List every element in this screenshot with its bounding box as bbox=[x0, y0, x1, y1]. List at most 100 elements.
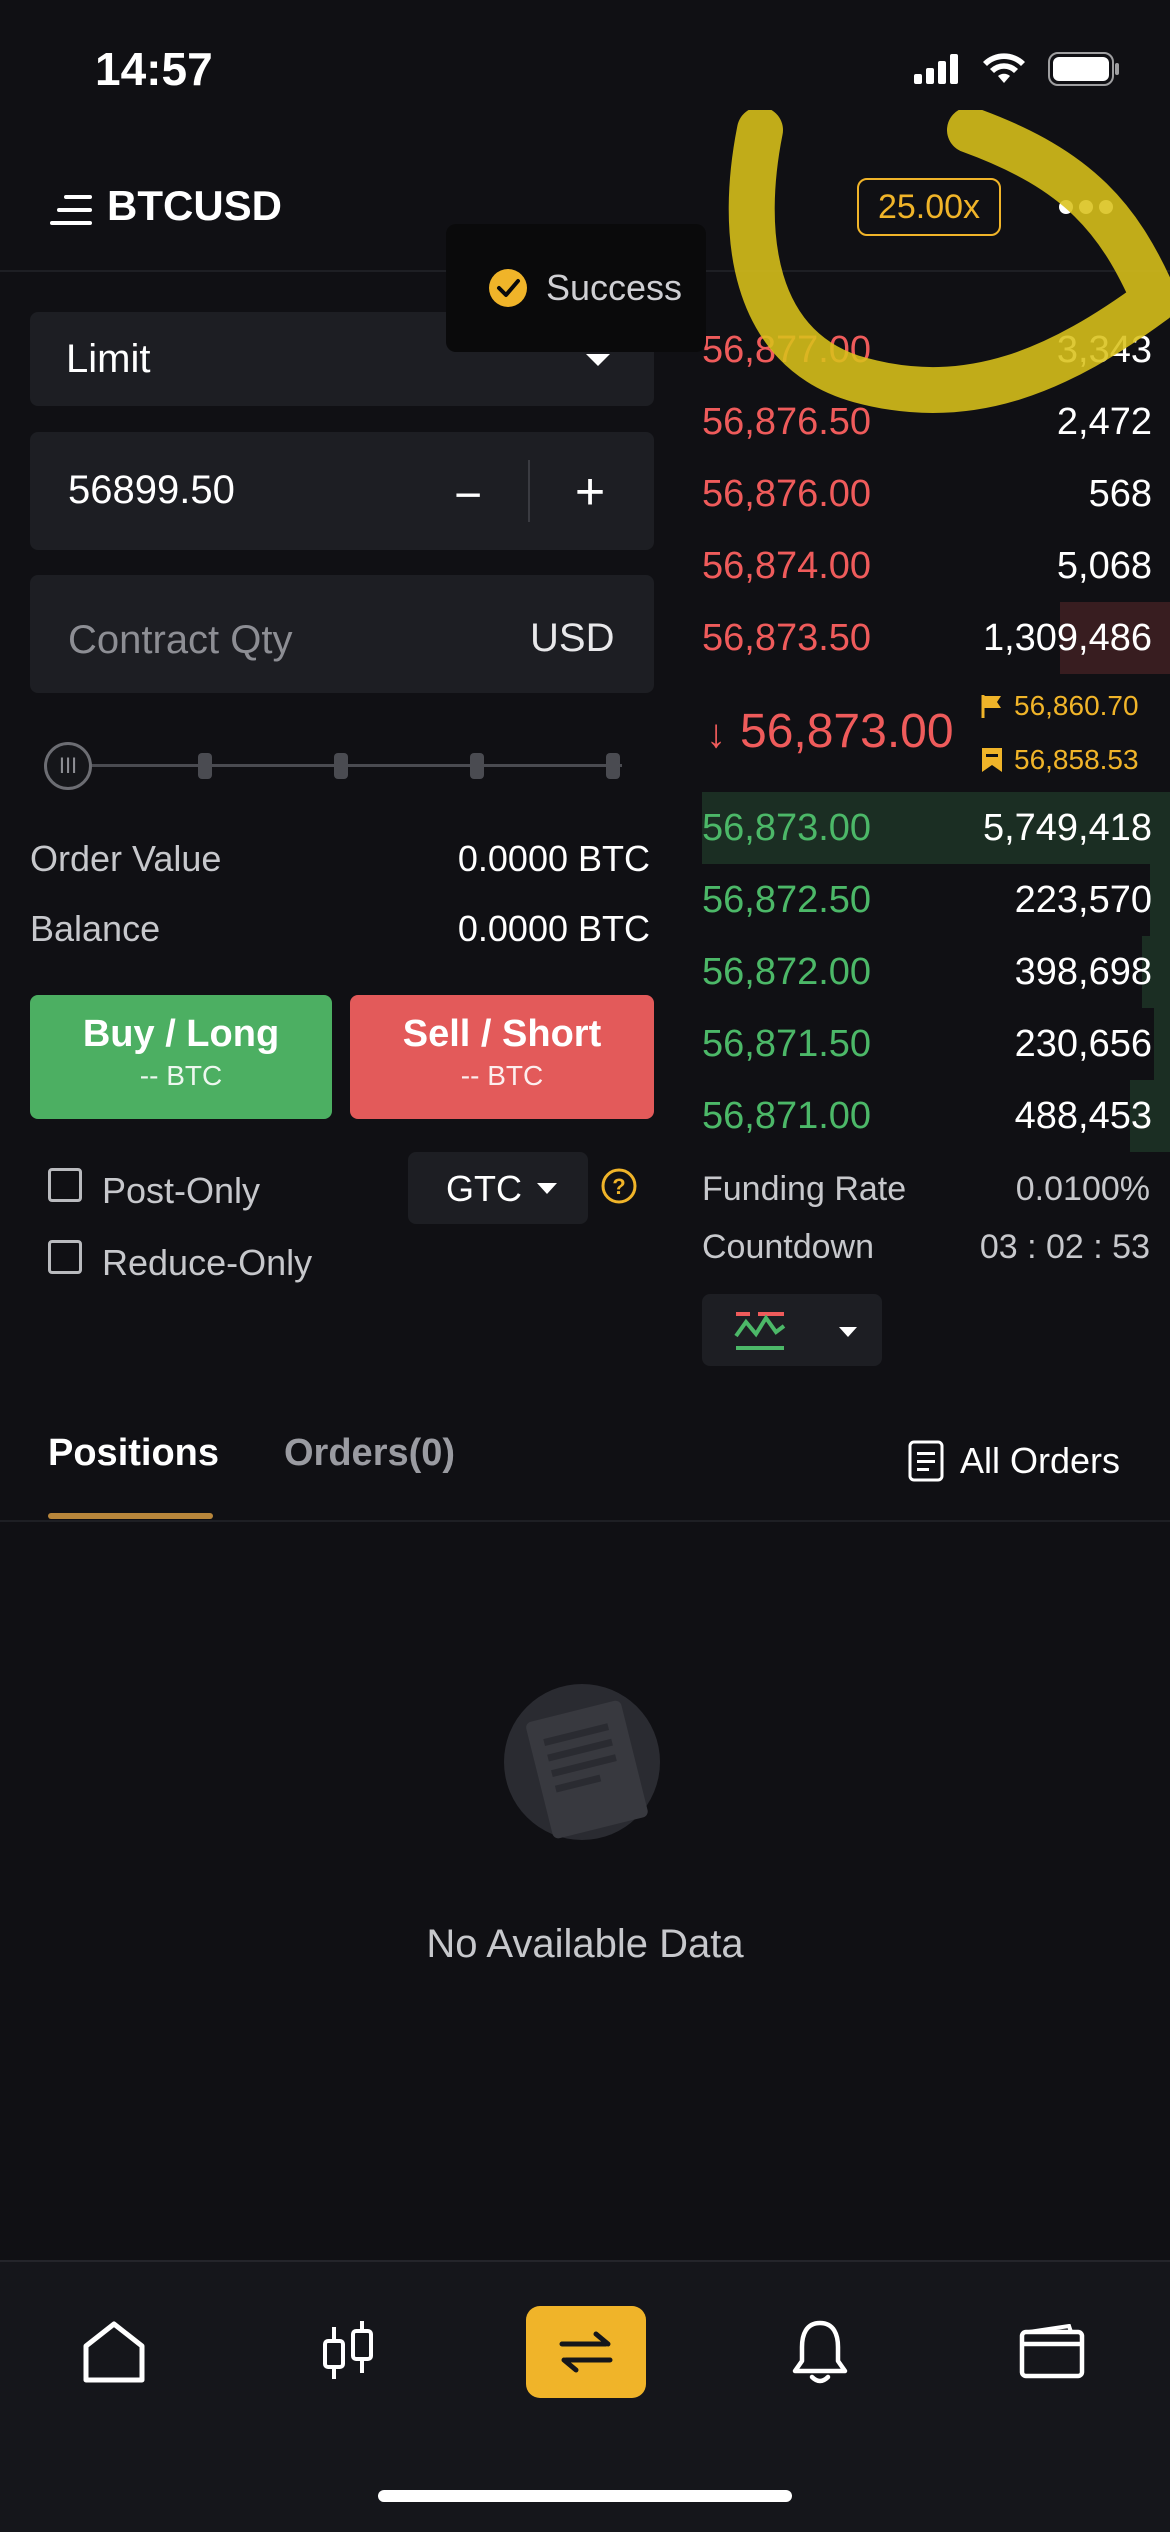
depth-bar bbox=[1150, 864, 1170, 936]
slider-tick[interactable] bbox=[606, 753, 620, 779]
ask-qty: 3,343 bbox=[1056, 329, 1152, 371]
price-increment-button[interactable]: + bbox=[570, 462, 610, 522]
caret-down-icon bbox=[586, 354, 610, 366]
ask-row[interactable]: 56,874.00 5,068 bbox=[702, 530, 1170, 602]
bid-row[interactable]: 56,872.50 223,570 bbox=[702, 864, 1170, 936]
caret-down-icon bbox=[839, 1327, 857, 1337]
bid-qty: 223,570 bbox=[1014, 879, 1152, 921]
sell-amount-label: -- BTC bbox=[460, 1060, 544, 1091]
index-price-row: 56,858.53 bbox=[980, 744, 1139, 776]
active-tab-indicator bbox=[48, 1513, 213, 1519]
svg-text:?: ? bbox=[612, 1174, 625, 1199]
mark-price: 56,860.70 bbox=[1014, 690, 1139, 721]
countdown-value: 03 : 02 : 53 bbox=[979, 1228, 1150, 1266]
order-value-label: Order Value bbox=[30, 838, 222, 879]
empty-document-icon bbox=[504, 1684, 660, 1840]
price-decrement-button[interactable]: − bbox=[448, 468, 488, 523]
empty-state-text: No Available Data bbox=[426, 1922, 744, 1966]
ask-price: 56,877.00 bbox=[702, 329, 872, 371]
battery-icon bbox=[1048, 52, 1119, 86]
all-orders-label: All Orders bbox=[959, 1440, 1120, 1481]
depth-bar bbox=[1154, 1008, 1170, 1080]
more-icon[interactable] bbox=[1058, 197, 1114, 217]
nav-notifications[interactable] bbox=[760, 2306, 880, 2398]
home-indicator bbox=[378, 2490, 792, 2502]
qty-slider-track[interactable] bbox=[90, 764, 622, 767]
help-icon[interactable]: ? bbox=[600, 1167, 638, 1205]
chart-candles-icon bbox=[323, 2321, 373, 2379]
bid-row[interactable]: 56,871.00 488,453 bbox=[702, 1080, 1170, 1152]
reduce-only-checkbox[interactable] bbox=[48, 1240, 82, 1274]
sell-short-label: Sell / Short bbox=[402, 1013, 602, 1055]
leverage-button[interactable]: 25.00x bbox=[857, 178, 1001, 236]
ask-price: 56,873.50 bbox=[702, 617, 872, 659]
bid-price: 56,872.00 bbox=[702, 951, 872, 993]
all-orders-button[interactable]: All Orders bbox=[908, 1440, 1120, 1482]
status-time: 14:57 bbox=[95, 43, 213, 95]
price-down-arrow-icon: ↓ bbox=[706, 712, 726, 756]
slider-tick[interactable] bbox=[198, 753, 212, 779]
success-toast: Success bbox=[446, 224, 706, 352]
mark-price-row: 56,860.70 bbox=[980, 690, 1139, 722]
post-only-checkbox[interactable] bbox=[48, 1168, 82, 1202]
ask-price: 56,876.50 bbox=[702, 401, 872, 443]
ask-qty: 5,068 bbox=[1056, 545, 1152, 587]
menu-icon[interactable] bbox=[50, 195, 92, 225]
bid-qty: 398,698 bbox=[1014, 951, 1152, 993]
bid-qty: 488,453 bbox=[1014, 1095, 1152, 1137]
funding-rate-value: 0.0100% bbox=[1015, 1170, 1150, 1208]
time-in-force-value: GTC bbox=[446, 1168, 522, 1209]
wifi-icon bbox=[983, 53, 1025, 83]
tab-orders[interactable]: Orders(0) bbox=[284, 1432, 455, 1475]
tab-positions[interactable]: Positions bbox=[48, 1432, 219, 1475]
ask-price: 56,874.00 bbox=[702, 545, 872, 587]
bid-price: 56,873.00 bbox=[702, 807, 872, 849]
slider-tick[interactable] bbox=[470, 753, 484, 779]
nav-home[interactable] bbox=[54, 2306, 174, 2398]
qty-slider-handle[interactable]: III bbox=[44, 742, 92, 790]
depth-view-icon bbox=[734, 1312, 786, 1350]
nav-markets[interactable] bbox=[288, 2306, 408, 2398]
slider-tick[interactable] bbox=[334, 753, 348, 779]
check-circle-icon bbox=[489, 269, 527, 307]
bid-qty: 230,656 bbox=[1014, 1023, 1152, 1065]
sell-short-button[interactable]: Sell / Short -- BTC bbox=[350, 995, 654, 1119]
countdown-label: Countdown bbox=[702, 1228, 875, 1266]
order-value: 0.0000 BTC bbox=[457, 838, 650, 879]
buy-long-button[interactable]: Buy / Long -- BTC bbox=[30, 995, 332, 1119]
price-value[interactable]: 56899.50 bbox=[68, 468, 235, 513]
symbol-title[interactable]: BTCUSD bbox=[107, 182, 282, 230]
bid-qty: 5,749,418 bbox=[982, 807, 1152, 849]
toast-message: Success bbox=[546, 267, 683, 308]
buy-long-label: Buy / Long bbox=[82, 1013, 280, 1055]
flag-icon bbox=[981, 695, 1001, 718]
contract-qty-placeholder: Contract Qty bbox=[68, 618, 293, 662]
reduce-only-label[interactable]: Reduce-Only bbox=[102, 1242, 312, 1284]
index-price: 56,858.53 bbox=[1014, 744, 1139, 775]
ask-row[interactable]: 56,876.50 2,472 bbox=[702, 386, 1170, 458]
nav-assets[interactable] bbox=[992, 2306, 1112, 2398]
home-icon bbox=[83, 2321, 145, 2383]
order-book-view-button[interactable] bbox=[702, 1294, 882, 1366]
ask-qty: 1,309,486 bbox=[982, 617, 1152, 659]
bell-icon bbox=[792, 2320, 848, 2384]
document-list-icon bbox=[908, 1440, 944, 1482]
qty-unit-label[interactable]: USD bbox=[530, 616, 614, 661]
buy-amount-label: -- BTC bbox=[139, 1060, 223, 1091]
bid-row[interactable]: 56,871.50 230,656 bbox=[702, 1008, 1170, 1080]
ask-row[interactable]: 56,876.00 568 bbox=[702, 458, 1170, 530]
ask-row[interactable]: 56,873.50 1,309,486 bbox=[702, 602, 1170, 674]
nav-trade[interactable] bbox=[526, 2306, 646, 2398]
wallet-icon bbox=[1019, 2324, 1085, 2379]
post-only-label[interactable]: Post-Only bbox=[102, 1170, 260, 1212]
ask-qty: 568 bbox=[1088, 473, 1152, 515]
bookmark-icon bbox=[982, 748, 1002, 772]
bid-price: 56,871.00 bbox=[702, 1095, 872, 1137]
bid-price: 56,871.50 bbox=[702, 1023, 872, 1065]
bid-row[interactable]: 56,873.00 5,749,418 bbox=[702, 792, 1170, 864]
trade-swap-icon bbox=[559, 2331, 613, 2373]
bid-price: 56,872.50 bbox=[702, 879, 872, 921]
status-icons bbox=[914, 52, 1120, 86]
ask-row[interactable]: 56,877.00 3,343 bbox=[702, 314, 1170, 386]
bid-row[interactable]: 56,872.00 398,698 bbox=[702, 936, 1170, 1008]
